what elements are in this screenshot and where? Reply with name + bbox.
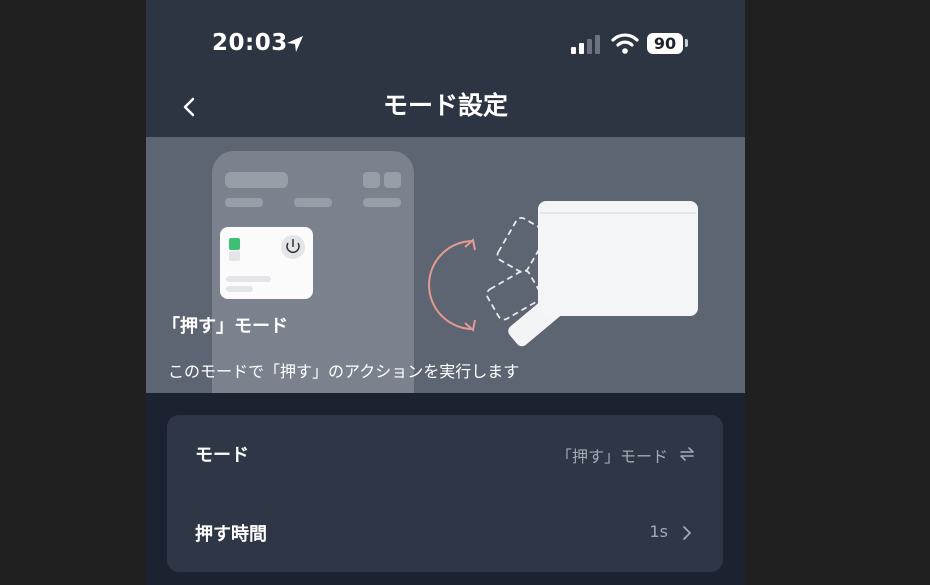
cellular-signal-icon (571, 35, 600, 54)
location-arrow-icon (287, 36, 303, 52)
rotation-arrow (428, 240, 474, 330)
swap-arrows-icon (680, 447, 694, 461)
status-time: 20:03 (212, 30, 288, 56)
mode-label: モード (195, 445, 249, 466)
press-duration-value: 1s (649, 522, 668, 541)
switch-bot (538, 201, 698, 316)
press-duration-row[interactable]: 押す時間 1s (167, 504, 723, 564)
status-indicator (229, 238, 240, 250)
mode-illustration: 「押す」モード このモードで「押す」のアクションを実行します (146, 137, 745, 393)
mode-value: 「押す」モード (555, 447, 668, 466)
wifi-icon (611, 33, 639, 54)
phone-screen: 20:03 90 モード設定 「押す」モード このモードで「押す」のアクションを… (146, 0, 745, 585)
press-duration-label: 押す時間 (195, 524, 267, 545)
settings-card: モード 「押す」モード 押す時間 1s (167, 415, 723, 572)
mode-row[interactable]: モード 「押す」モード (167, 425, 723, 485)
page-title: モード設定 (382, 91, 508, 120)
header: 20:03 90 モード設定 (146, 0, 745, 137)
hero-title: 「押す」モード (162, 316, 288, 337)
illustration-graphic (212, 151, 698, 393)
battery-indicator: 90 (647, 33, 683, 54)
hero-description: このモードで「押す」のアクションを実行します (168, 362, 520, 381)
chevron-right-icon (683, 526, 691, 540)
battery-icon (685, 39, 688, 47)
